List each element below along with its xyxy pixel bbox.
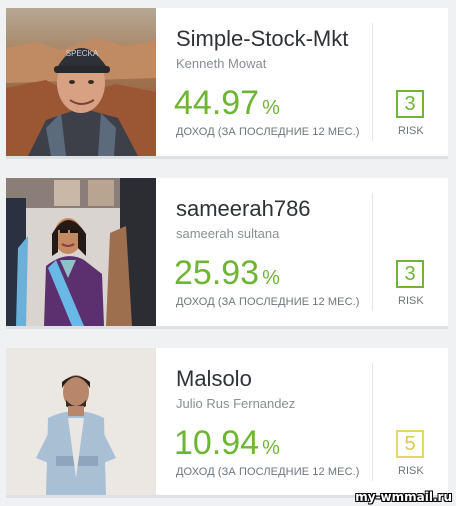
trader-card[interactable]: sameerah786 sameerah sultana 25.93% ДОХО… bbox=[6, 178, 448, 329]
divider bbox=[372, 193, 373, 311]
gain-label: ДОХОД (ЗА ПОСЛЕДНИЕ 12 МЕС.) bbox=[176, 126, 360, 138]
gain-unit: % bbox=[262, 267, 280, 289]
gain-number: 44.97 bbox=[174, 84, 260, 122]
risk-label: RISK bbox=[398, 295, 424, 307]
svg-text:SPECKA: SPECKA bbox=[66, 49, 99, 58]
trader-username[interactable]: Malsolo bbox=[176, 366, 252, 392]
gain-label: ДОХОД (ЗА ПОСЛЕДНИЕ 12 МЕС.) bbox=[176, 296, 360, 308]
trader-full-name: Julio Rus Fernandez bbox=[176, 396, 296, 411]
gain-unit: % bbox=[262, 437, 280, 459]
watermark: my-wmmail.ru bbox=[355, 490, 452, 504]
gain-label: ДОХОД (ЗА ПОСЛЕДНИЕ 12 МЕС.) bbox=[176, 466, 360, 478]
gain-value: 10.94% bbox=[174, 426, 280, 460]
trader-photo[interactable]: SPECKA bbox=[6, 8, 156, 156]
trader-full-name: Kenneth Mowat bbox=[176, 56, 267, 71]
risk-label: RISK bbox=[398, 465, 424, 477]
risk-score-badge: 5 bbox=[396, 430, 424, 458]
gain-value: 44.97% bbox=[174, 86, 280, 120]
risk-score-badge: 3 bbox=[396, 90, 424, 118]
gain-number: 10.94 bbox=[174, 424, 260, 462]
trader-username[interactable]: sameerah786 bbox=[176, 196, 311, 222]
gain-value: 25.93% bbox=[174, 256, 280, 290]
trader-photo[interactable] bbox=[6, 348, 156, 495]
divider bbox=[372, 363, 373, 481]
risk-score-badge: 3 bbox=[396, 260, 424, 288]
trader-username[interactable]: Simple-Stock-Mkt bbox=[176, 26, 348, 52]
trader-photo[interactable] bbox=[6, 178, 156, 326]
trader-card[interactable]: Malsolo Julio Rus Fernandez 10.94% ДОХОД… bbox=[6, 348, 448, 498]
divider bbox=[372, 23, 373, 141]
trader-full-name: sameerah sultana bbox=[176, 226, 280, 241]
gain-number: 25.93 bbox=[174, 254, 260, 292]
trader-card[interactable]: SPECKA Simple-Stock-Mkt Kenneth Mowat 44… bbox=[6, 8, 448, 159]
gain-unit: % bbox=[262, 97, 280, 119]
risk-label: RISK bbox=[398, 125, 424, 137]
